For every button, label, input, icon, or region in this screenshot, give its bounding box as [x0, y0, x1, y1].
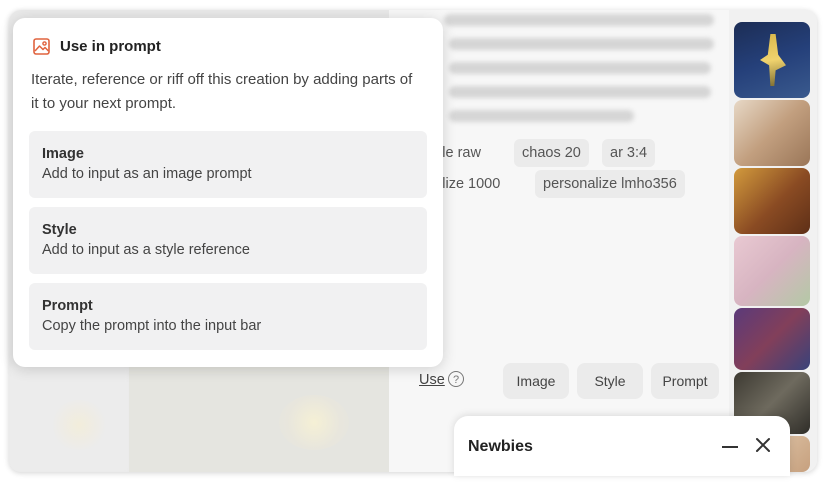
use-prompt-button[interactable]: Prompt [651, 363, 719, 399]
image-light-spot [279, 395, 349, 450]
option-style[interactable]: Style Add to input as a style reference [29, 207, 427, 274]
prompt-text-blurred [449, 110, 634, 122]
thumbnail[interactable] [734, 100, 810, 166]
option-title: Image [42, 146, 84, 162]
thumbnail-strip [729, 10, 817, 472]
option-subtitle: Copy the prompt into the input bar [42, 318, 262, 334]
popover-title: Use in prompt [60, 38, 161, 55]
help-icon[interactable]: ? [448, 371, 464, 387]
image-blur-region [129, 365, 389, 472]
thumbnail[interactable] [734, 22, 810, 98]
prompt-text-blurred [444, 14, 714, 26]
prompt-text-blurred [449, 86, 711, 98]
thumbnail[interactable] [734, 308, 810, 370]
option-subtitle: Add to input as an image prompt [42, 166, 252, 182]
use-row: Use ? Image Style Prompt [389, 363, 729, 399]
thumbnail-figure [760, 34, 786, 86]
close-icon[interactable] [754, 436, 772, 454]
prompt-text-blurred [449, 62, 711, 74]
param-aspect-ratio: ar 3:4 [602, 139, 656, 167]
option-title: Style [42, 222, 77, 238]
option-image[interactable]: Image Add to input as an image prompt [29, 131, 427, 198]
param-chaos: chaos 20 [514, 139, 589, 167]
thumbnail[interactable] [734, 236, 810, 306]
minimize-icon[interactable] [722, 446, 738, 448]
option-prompt[interactable]: Prompt Copy the prompt into the input ba… [29, 283, 427, 350]
option-title: Prompt [42, 298, 93, 314]
prompt-text-blurred [449, 38, 714, 50]
use-image-button[interactable]: Image [503, 363, 569, 399]
newbies-title: Newbies [468, 438, 533, 455]
use-in-prompt-popover: Use in prompt Iterate, reference or riff… [13, 18, 443, 367]
newbies-panel: Newbies [454, 416, 790, 476]
use-style-button[interactable]: Style [577, 363, 643, 399]
param-stylize: ylize 1000 [435, 176, 501, 192]
thumbnail[interactable] [734, 168, 810, 234]
option-subtitle: Add to input as a style reference [42, 242, 250, 258]
image-light-spot [49, 400, 109, 450]
use-label[interactable]: Use [419, 372, 445, 388]
image-icon [33, 38, 50, 55]
param-personalize: personalize lmho356 [535, 170, 685, 198]
popover-description: Iterate, reference or riff off this crea… [31, 71, 413, 112]
